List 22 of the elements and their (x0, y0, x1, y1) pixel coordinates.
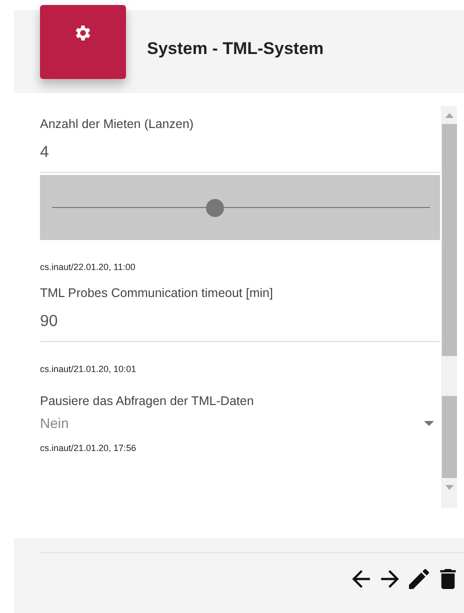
input-field[interactable]: 90 (40, 300, 440, 342)
edit-info: cs.inaut/21.01.20, 17:56 (40, 443, 138, 453)
page-title: System - TML-System (147, 39, 324, 59)
back-icon[interactable] (351, 569, 371, 589)
caret-icon (424, 420, 434, 426)
forward-icon[interactable] (380, 569, 400, 589)
scroll-up-icon[interactable] (444, 113, 454, 118)
edit-info: cs.inaut/22.01.20, 11:00 (40, 262, 136, 272)
scroll-thumb[interactable] (442, 396, 456, 478)
input-field[interactable]: 4 (40, 131, 440, 173)
dropdown[interactable]: Nein (40, 408, 440, 431)
settings-icon (73, 23, 93, 43)
field-label: Pausiere das Abfragen der TML-Daten (40, 394, 255, 408)
edit-info: cs.inaut/21.01.20, 10:01 (40, 364, 138, 374)
delete-icon[interactable] (438, 569, 458, 589)
slider-thumb[interactable] (206, 198, 224, 216)
scroll-thumb[interactable] (442, 124, 456, 356)
scrollbar[interactable] (441, 106, 457, 508)
edit-icon[interactable] (409, 569, 429, 589)
field-label: Anzahl der Mieten (Lanzen) (40, 117, 195, 131)
scroll-down-icon[interactable] (444, 485, 454, 490)
field-label: TML Probes Communication timeout [min] (40, 286, 274, 300)
